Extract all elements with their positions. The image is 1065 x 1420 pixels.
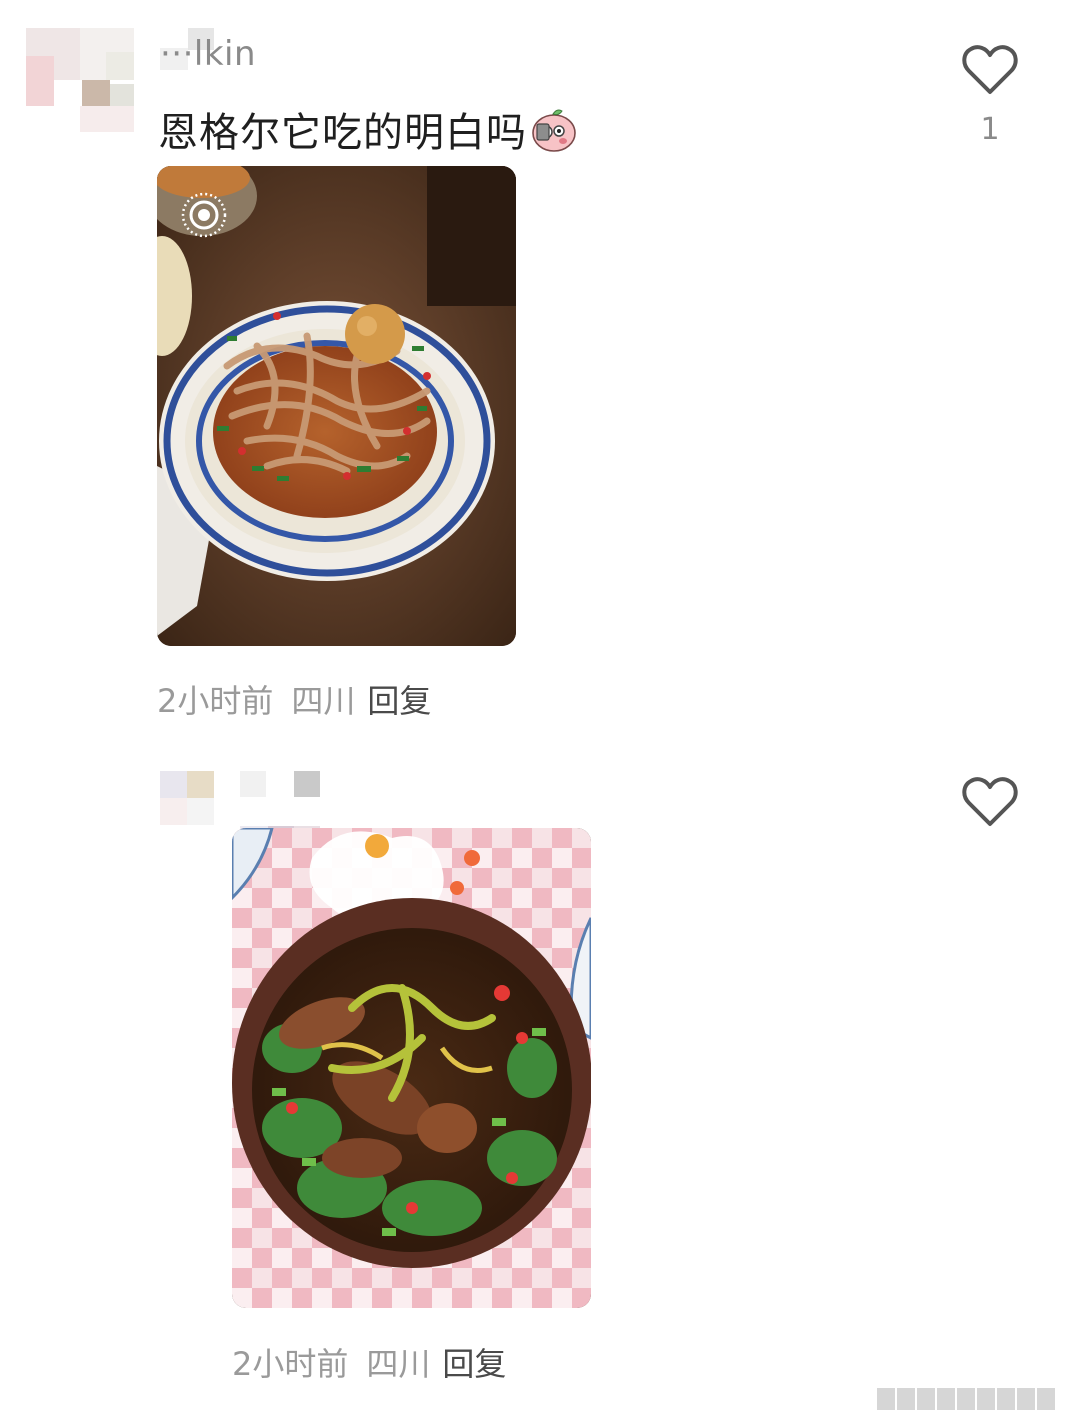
comment-meta: 2小时前 四川 回复 bbox=[157, 676, 431, 722]
comment-text-content: 恩格尔它吃的明白吗 bbox=[158, 110, 527, 156]
comment-text: 恩格尔它吃的明白吗 bbox=[158, 100, 577, 162]
comment-time: 2小时前 bbox=[232, 1345, 349, 1383]
pig-sticker-icon bbox=[531, 108, 577, 162]
comment-location: 四川 bbox=[366, 1345, 431, 1383]
avatar[interactable] bbox=[160, 771, 214, 825]
live-photo-icon bbox=[179, 190, 229, 240]
like-button[interactable] bbox=[962, 44, 1018, 100]
avatar[interactable] bbox=[26, 28, 134, 132]
food-photo-beef-noodles bbox=[232, 828, 591, 1308]
reply-button[interactable]: 回复 bbox=[442, 1345, 506, 1383]
reply-button[interactable]: 回复 bbox=[367, 682, 431, 720]
like-count: 1 bbox=[980, 112, 1000, 147]
like-button[interactable] bbox=[962, 776, 1018, 832]
comment-time: 2小时前 bbox=[157, 682, 274, 720]
comment-photo[interactable] bbox=[157, 166, 516, 646]
heart-icon bbox=[962, 777, 1018, 826]
comment-location: 四川 bbox=[291, 682, 356, 720]
comment-photo[interactable] bbox=[232, 828, 591, 1308]
username-blur[interactable] bbox=[240, 771, 320, 799]
watermark bbox=[877, 1388, 1055, 1410]
username[interactable]: ···lkin bbox=[160, 34, 256, 74]
heart-icon bbox=[962, 45, 1018, 94]
comment-meta: 2小时前 四川 回复 bbox=[232, 1339, 506, 1385]
